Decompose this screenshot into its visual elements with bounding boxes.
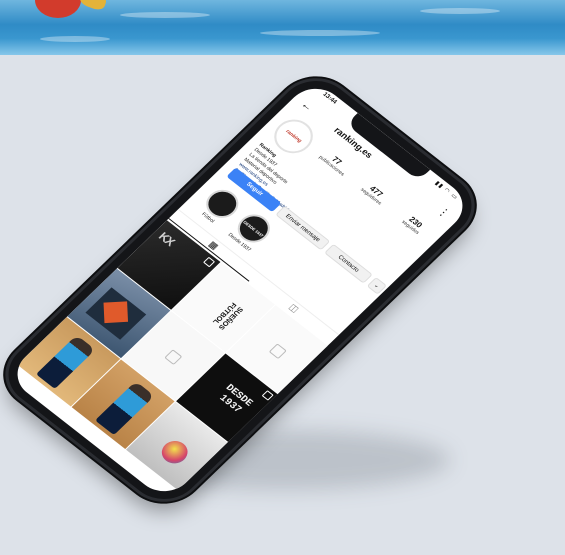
arrow-left-icon[interactable]: ←: [298, 99, 315, 114]
player-photo: [35, 334, 96, 389]
suggested-accounts-button[interactable]: ⌄: [366, 277, 388, 295]
phone-mockup: 13:44 ▮▮ ◠ ▭ ← ranking.es ⋮ ranking 77 p…: [0, 32, 534, 548]
post-caption: KX: [155, 229, 178, 249]
grid-icon: ▦: [206, 239, 221, 252]
post-caption: SUEÑOS FÚTBOL: [210, 300, 244, 331]
ball-photo: [156, 436, 193, 468]
player-photo: [95, 381, 155, 436]
avatar-logo-text: ranking: [284, 128, 303, 145]
status-time: 13:44: [321, 91, 338, 106]
more-icon[interactable]: ⋮: [435, 204, 453, 220]
pool-water-background: [0, 0, 565, 55]
image-placeholder-icon: [164, 349, 183, 366]
pool-toy: [78, 0, 108, 12]
carousel-icon: [261, 390, 274, 401]
pool-float: [35, 0, 81, 18]
image-placeholder-icon: [268, 343, 287, 360]
tagged-icon: ◫: [286, 301, 301, 315]
post-caption: DESDE 1937: [216, 382, 255, 416]
phone-screen: 13:44 ▮▮ ◠ ▭ ← ranking.es ⋮ ranking 77 p…: [5, 78, 475, 502]
jersey-graphic: [85, 287, 147, 340]
carousel-icon: [203, 256, 216, 268]
